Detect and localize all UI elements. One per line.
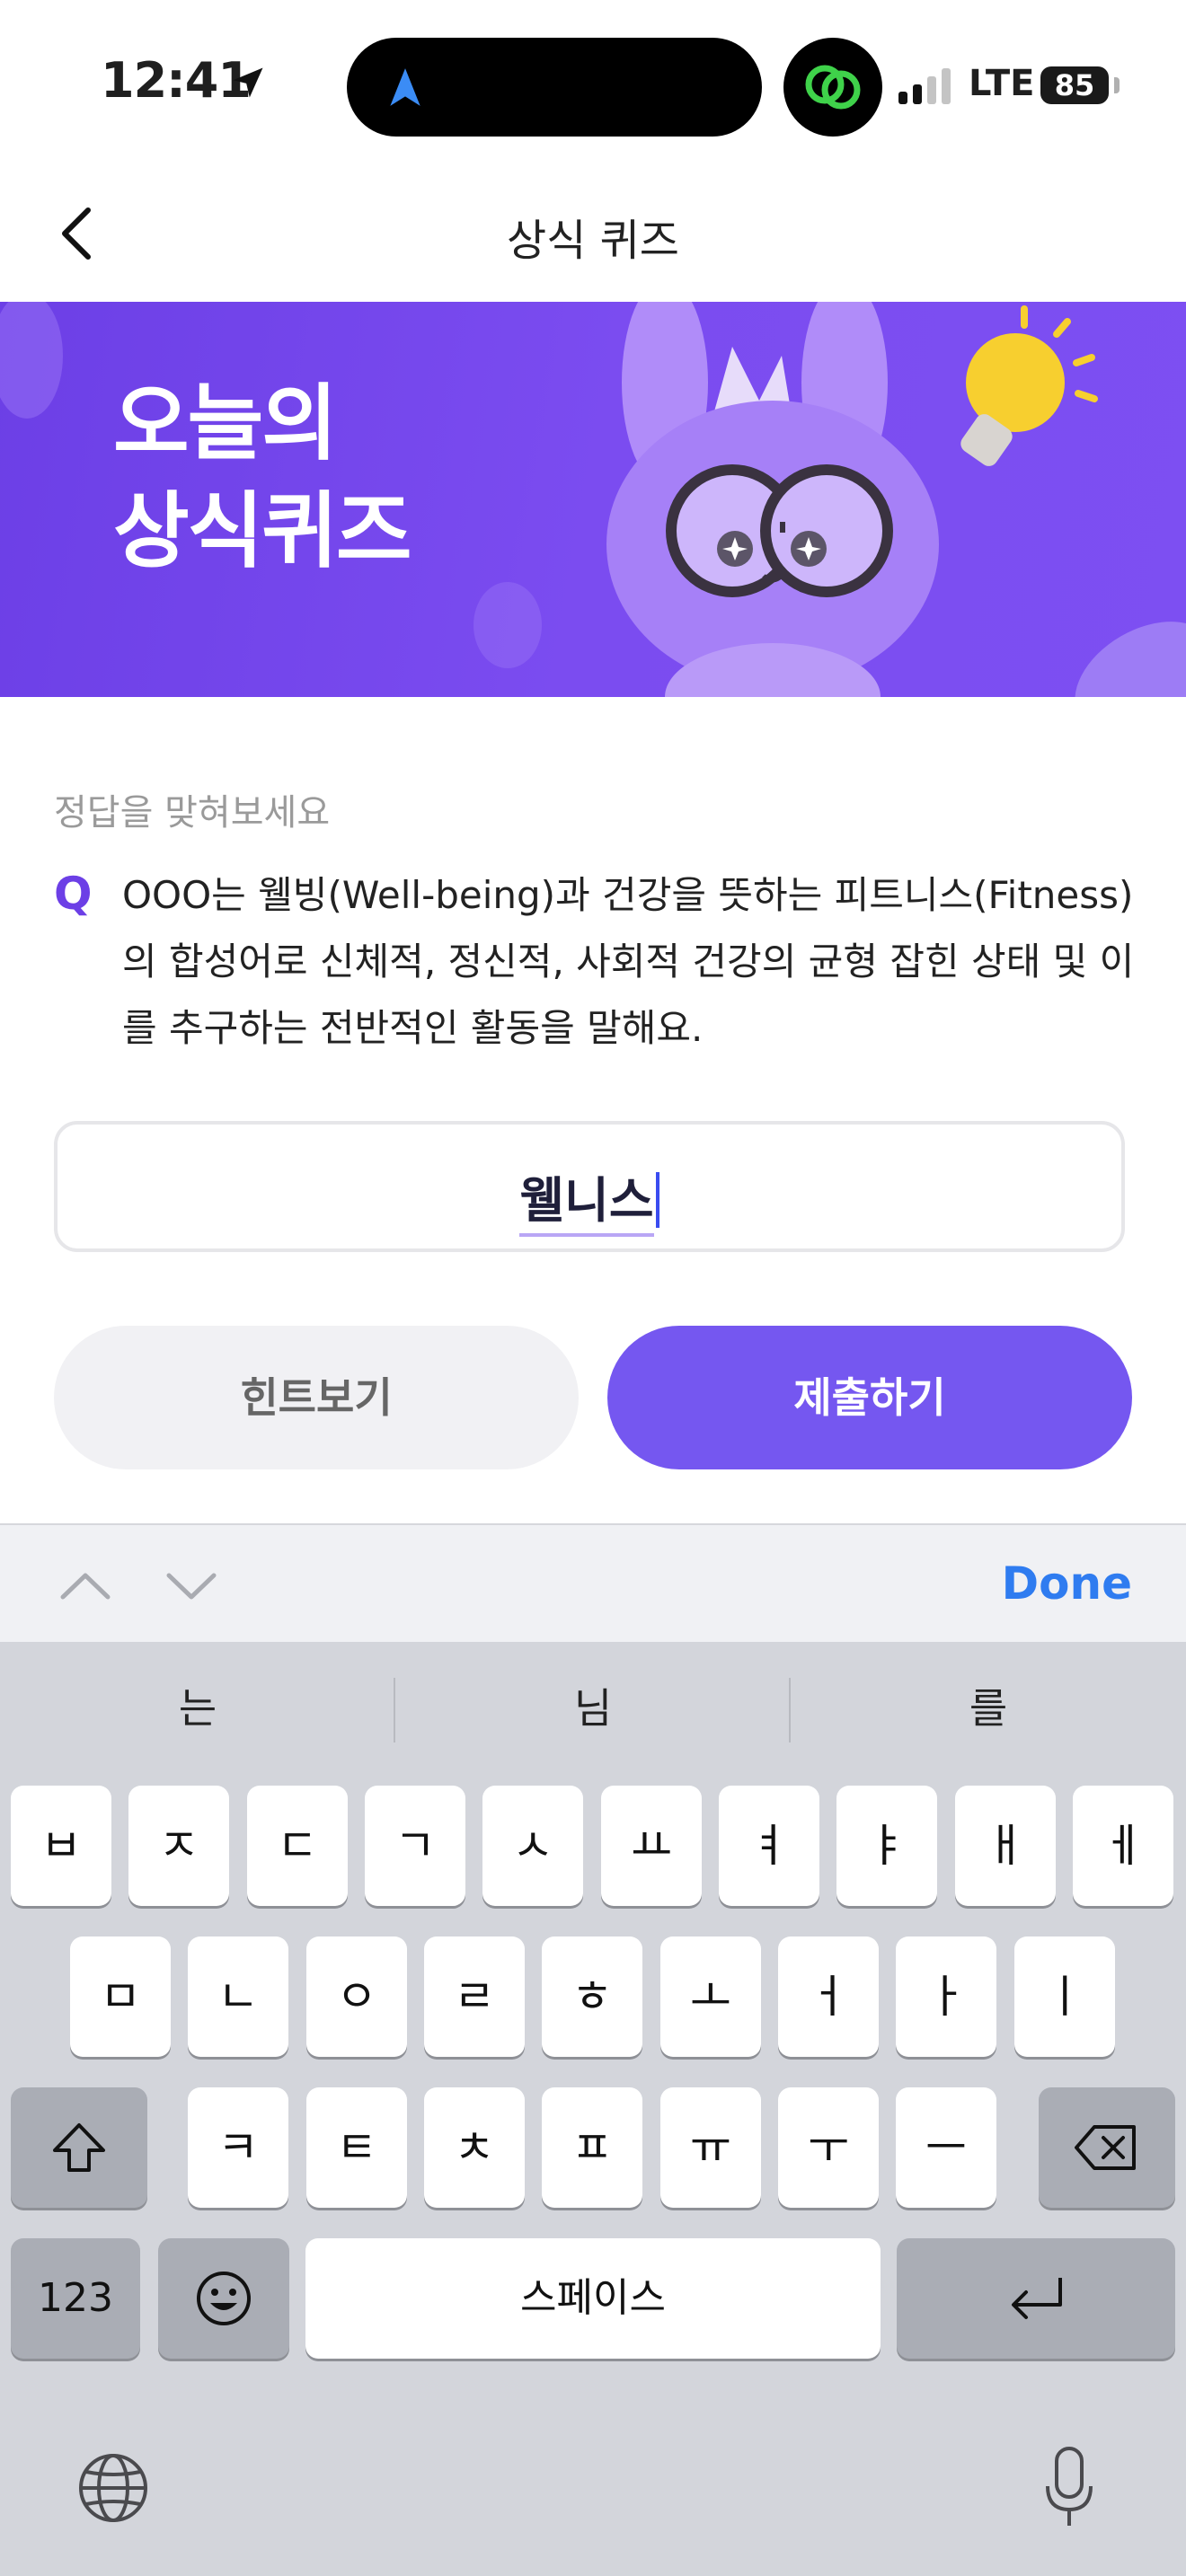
nav-bar: 상식 퀴즈 <box>0 180 1186 287</box>
battery-icon: 85 <box>1040 66 1109 104</box>
answer-input[interactable]: 웰니스 <box>54 1121 1125 1252</box>
shift-key[interactable] <box>11 2087 147 2208</box>
key[interactable]: ㄷ <box>247 1786 348 1906</box>
suggestion-item[interactable]: 님 <box>404 1676 782 1741</box>
key[interactable]: ㅡ <box>896 2087 996 2208</box>
page-title: 상식 퀴즈 <box>507 216 679 266</box>
submit-button[interactable]: 제출하기 <box>607 1326 1132 1469</box>
globe-icon[interactable] <box>75 2450 151 2526</box>
suggestion-item[interactable]: 를 <box>800 1676 1177 1741</box>
network-label: LTE <box>969 63 1035 104</box>
space-key[interactable]: 스페이스 <box>305 2238 881 2359</box>
key[interactable]: ㅗ <box>660 1936 761 2057</box>
banner-title-line2: 상식퀴즈 <box>113 483 412 579</box>
status-bar: 12:41 LTE 85 <box>0 0 1186 171</box>
key[interactable]: ㄹ <box>424 1936 525 2057</box>
key[interactable]: ㅛ <box>601 1786 702 1906</box>
key[interactable]: ㅌ <box>306 2087 407 2208</box>
banner-title-line1: 오늘의 <box>113 375 338 472</box>
key[interactable]: ㅇ <box>306 1936 407 2057</box>
key[interactable]: ㅊ <box>424 2087 525 2208</box>
key[interactable]: ㅅ <box>482 1786 583 1906</box>
text-cursor <box>655 1172 659 1228</box>
shift-icon <box>53 2123 105 2172</box>
suggestion-item[interactable]: 는 <box>9 1676 386 1741</box>
key[interactable]: ㅎ <box>542 1936 642 2057</box>
question-mark-label: Q <box>54 868 93 920</box>
suggestion-divider <box>789 1678 791 1742</box>
key[interactable]: ㅁ <box>70 1936 171 2057</box>
location-arrow-icon <box>233 67 263 98</box>
numbers-key[interactable]: 123 <box>11 2238 140 2359</box>
emoji-key[interactable] <box>158 2238 289 2359</box>
key[interactable]: ㅑ <box>836 1786 937 1906</box>
key[interactable]: ㅂ <box>11 1786 111 1906</box>
return-key[interactable] <box>897 2238 1175 2359</box>
suggestion-divider <box>394 1678 395 1742</box>
instruction-label: 정답을 맞혀보세요 <box>54 792 331 834</box>
backspace-icon <box>1075 2125 1136 2170</box>
key[interactable]: ㄱ <box>365 1786 465 1906</box>
app-activity-icon <box>783 38 882 137</box>
answer-input-value[interactable]: 웰니스 <box>519 1160 654 1237</box>
question-text: OOO는 웰빙(Well-being)과 건강을 뜻하는 피트니스(Fitnes… <box>122 873 1135 1050</box>
chevron-down-icon[interactable] <box>164 1557 219 1613</box>
dynamic-island <box>347 38 762 137</box>
backspace-key[interactable] <box>1039 2087 1175 2208</box>
key[interactable]: ㅍ <box>542 2087 642 2208</box>
key[interactable]: ㅜ <box>778 2087 879 2208</box>
quiz-banner: 오늘의 상식퀴즈 <box>0 302 1186 697</box>
key[interactable]: ㅣ <box>1014 1936 1115 2057</box>
key[interactable]: ㅠ <box>660 2087 761 2208</box>
key[interactable]: ㅓ <box>778 1936 879 2057</box>
hint-button[interactable]: 힌트보기 <box>54 1326 579 1469</box>
done-button[interactable]: Done <box>1002 1557 1132 1610</box>
return-icon <box>1012 2278 1062 2319</box>
mic-icon[interactable] <box>1042 2445 1096 2531</box>
key[interactable]: ㅔ <box>1073 1786 1173 1906</box>
key[interactable]: ㅐ <box>955 1786 1056 1906</box>
battery-tip <box>1114 77 1120 93</box>
key[interactable]: ㄴ <box>188 1936 288 2057</box>
signal-icon <box>898 68 951 104</box>
keyboard: 는 님 를 ㅂ ㅈ ㄷ ㄱ ㅅ ㅛ ㅕ ㅑ ㅐ ㅔ ㅁ ㄴ ㅇ ㄹ ㅎ ㅗ ㅓ … <box>0 1642 1186 2576</box>
emoji-icon <box>197 2272 251 2325</box>
key[interactable]: ㅕ <box>719 1786 819 1906</box>
navigation-icon <box>390 68 420 106</box>
banner-title: 오늘의 상식퀴즈 <box>113 370 412 586</box>
key[interactable]: ㅋ <box>188 2087 288 2208</box>
key[interactable]: ㅏ <box>896 1936 996 2057</box>
key[interactable]: ㅈ <box>128 1786 229 1906</box>
chevron-up-icon[interactable] <box>58 1557 113 1613</box>
keyboard-accessory-bar: Done <box>0 1523 1186 1644</box>
